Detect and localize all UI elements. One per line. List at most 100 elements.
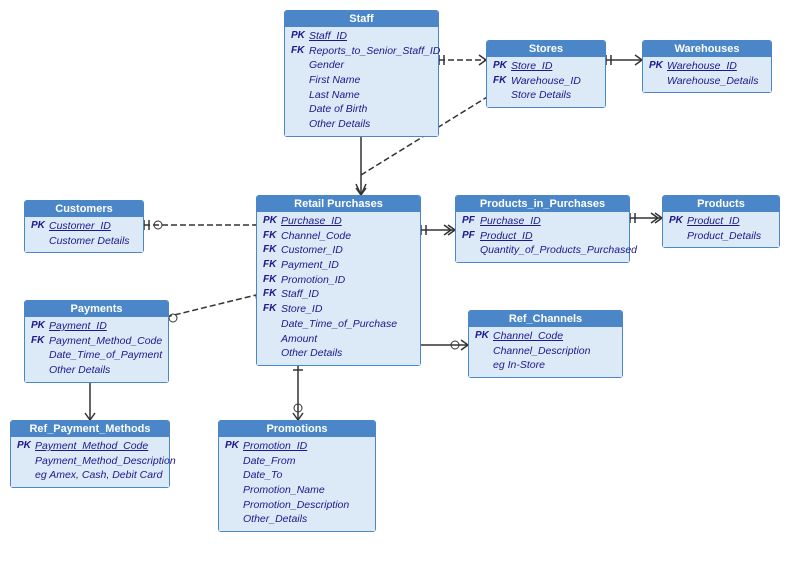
customers-row-1: Customer Details [31, 234, 137, 249]
entity-customers-body: PK Customer_ID Customer Details [25, 217, 143, 252]
entity-warehouses: Warehouses PK Warehouse_ID Warehouse_Det… [642, 40, 772, 93]
rp-field-4: Promotion_ID [281, 273, 345, 288]
promo-key-0: PK [225, 439, 243, 453]
entity-products-title: Products [697, 198, 745, 210]
entity-payments-header: Payments [25, 301, 168, 317]
entity-products-in-purchases: Products_in_Purchases PF Purchase_ID PF … [455, 195, 630, 263]
rp-field-0: Purchase_ID [281, 214, 342, 229]
promo-row-5: Other_Details [225, 512, 369, 527]
rp-row-4: FK Promotion_ID [263, 273, 414, 288]
staff-row-5: Date of Birth [291, 102, 432, 117]
staff-key-1: FK [291, 44, 309, 58]
staff-field-2: Gender [309, 58, 344, 73]
pip-field-1: Product_ID [480, 229, 533, 244]
entity-products-header: Products [663, 196, 779, 212]
entity-promotions-title: Promotions [266, 423, 327, 435]
staff-field-0: Staff_ID [309, 29, 347, 44]
stores-field-2: Store Details [511, 88, 571, 103]
entity-ref-payment-methods: Ref_Payment_Methods PK Payment_Method_Co… [10, 420, 170, 488]
entity-promotions-body: PK Promotion_ID Date_From Date_To Promot… [219, 437, 375, 531]
entity-customers-title: Customers [55, 203, 112, 215]
entity-customers-header: Customers [25, 201, 143, 217]
rc-row-1: Channel_Description [475, 344, 616, 359]
rp-field-3: Payment_ID [281, 258, 339, 273]
rp-field-9: Other Details [281, 346, 342, 361]
staff-row-1: FK Reports_to_Senior_Staff_ID [291, 44, 432, 59]
entity-retail-purchases: Retail Purchases PK Purchase_ID FK Chann… [256, 195, 421, 366]
stores-row-1: FK Warehouse_ID [493, 74, 599, 89]
prod-field-0: Product_ID [687, 214, 740, 229]
promo-field-0: Promotion_ID [243, 439, 307, 454]
warehouses-row-1: Warehouse_Details [649, 74, 765, 89]
rc-field-1: Channel_Description [493, 344, 590, 359]
promo-field-2: Date_To [243, 468, 282, 483]
diagram-container: Staff PK Staff_ID FK Reports_to_Senior_S… [0, 0, 798, 564]
rp-key-3: FK [263, 258, 281, 272]
rpm-key-0: PK [17, 439, 35, 453]
promo-row-1: Date_From [225, 454, 369, 469]
pay-row-1: FK Payment_Method_Code [31, 334, 162, 349]
entity-rc-header: Ref_Channels [469, 311, 622, 327]
rp-row-3: FK Payment_ID [263, 258, 414, 273]
rp-key-0: PK [263, 214, 281, 228]
entity-rpm-body: PK Payment_Method_Code Payment_Method_De… [11, 437, 169, 487]
rpm-field-2: eg Amex, Cash, Debit Card [35, 468, 162, 483]
stores-row-2: Store Details [493, 88, 599, 103]
promo-row-3: Promotion_Name [225, 483, 369, 498]
rp-row-1: FK Channel_Code [263, 229, 414, 244]
prod-row-1: Product_Details [669, 229, 773, 244]
rp-key-4: FK [263, 273, 281, 287]
entity-customers: Customers PK Customer_ID Customer Detail… [24, 200, 144, 253]
entity-staff-header: Staff [285, 11, 438, 27]
rpm-row-2: eg Amex, Cash, Debit Card [17, 468, 163, 483]
entity-payments-title: Payments [71, 303, 123, 315]
entity-stores-body: PK Store_ID FK Warehouse_ID Store Detail… [487, 57, 605, 107]
pay-key-1: FK [31, 334, 49, 348]
pip-key-1: PF [462, 229, 480, 243]
pip-row-0: PF Purchase_ID [462, 214, 623, 229]
stores-field-0: Store_ID [511, 59, 552, 74]
promo-row-4: Promotion_Description [225, 498, 369, 513]
rpm-row-0: PK Payment_Method_Code [17, 439, 163, 454]
entity-stores-title: Stores [529, 43, 563, 55]
entity-staff-body: PK Staff_ID FK Reports_to_Senior_Staff_I… [285, 27, 438, 136]
staff-field-4: Last Name [309, 88, 360, 103]
rp-field-6: Store_ID [281, 302, 322, 317]
pip-field-2: Quantity_of_Products_Purchased [480, 243, 637, 258]
entity-products-body: PK Product_ID Product_Details [663, 212, 779, 247]
rc-row-0: PK Channel_Code [475, 329, 616, 344]
rc-field-2: eg In-Store [493, 358, 545, 373]
promo-field-5: Other_Details [243, 512, 307, 527]
pay-field-1: Payment_Method_Code [49, 334, 162, 349]
rp-row-6: FK Store_ID [263, 302, 414, 317]
warehouses-field-0: Warehouse_ID [667, 59, 737, 74]
rp-key-6: FK [263, 302, 281, 316]
prod-field-1: Product_Details [687, 229, 761, 244]
entity-retail-purchases-title: Retail Purchases [294, 198, 383, 210]
entity-ref-channels: Ref_Channels PK Channel_Code Channel_Des… [468, 310, 623, 378]
rpm-row-1: Payment_Method_Description [17, 454, 163, 469]
pay-field-0: Payment_ID [49, 319, 107, 334]
pay-field-2: Date_Time_of_Payment [49, 348, 162, 363]
rp-field-1: Channel_Code [281, 229, 351, 244]
entity-retail-purchases-body: PK Purchase_ID FK Channel_Code FK Custom… [257, 212, 420, 365]
customers-field-1: Customer Details [49, 234, 130, 249]
rpm-field-0: Payment_Method_Code [35, 439, 148, 454]
rp-field-7: Date_Time_of_Purchase [281, 317, 397, 332]
rc-key-0: PK [475, 329, 493, 343]
entity-retail-purchases-header: Retail Purchases [257, 196, 420, 212]
promo-field-1: Date_From [243, 454, 296, 469]
entity-payments-body: PK Payment_ID FK Payment_Method_Code Dat… [25, 317, 168, 382]
promo-field-3: Promotion_Name [243, 483, 325, 498]
customers-key-0: PK [31, 219, 49, 233]
entity-rc-title: Ref_Channels [509, 313, 582, 325]
entity-warehouses-header: Warehouses [643, 41, 771, 57]
entity-staff-title: Staff [349, 13, 373, 25]
entity-payments: Payments PK Payment_ID FK Payment_Method… [24, 300, 169, 383]
prod-row-0: PK Product_ID [669, 214, 773, 229]
pay-row-2: Date_Time_of_Payment [31, 348, 162, 363]
staff-row-4: Last Name [291, 88, 432, 103]
stores-row-0: PK Store_ID [493, 59, 599, 74]
entity-stores: Stores PK Store_ID FK Warehouse_ID Store… [486, 40, 606, 108]
entity-promotions: Promotions PK Promotion_ID Date_From Dat… [218, 420, 376, 532]
